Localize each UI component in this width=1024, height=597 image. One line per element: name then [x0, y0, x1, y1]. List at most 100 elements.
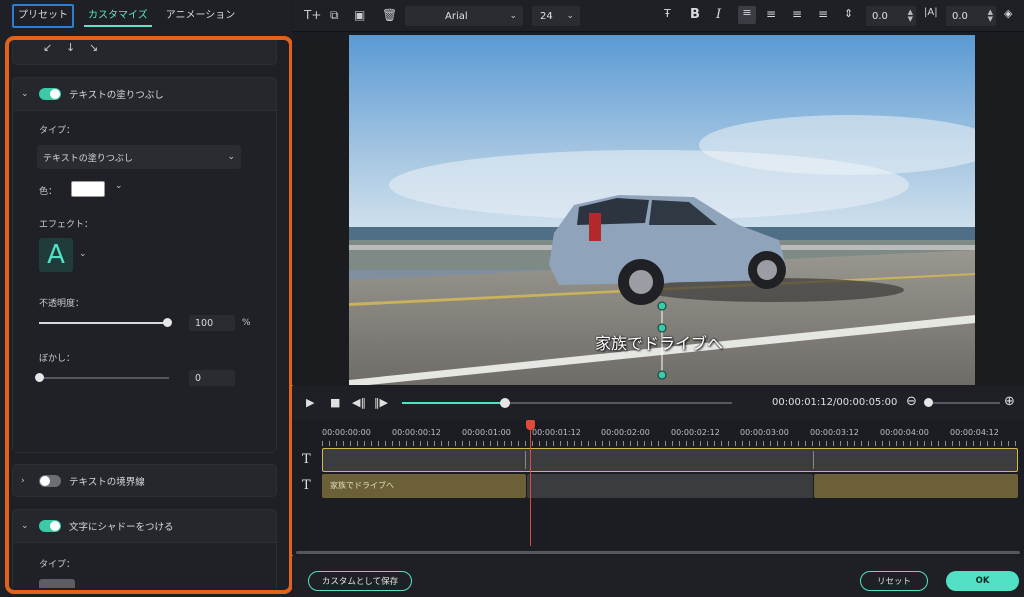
chevron-down-icon: ⌄: [227, 152, 235, 162]
align-left-icon[interactable]: ≡: [738, 6, 756, 24]
timeline-ruler[interactable]: 00:00:00:00 00:00:00:12 00:00:01:00 00:0…: [322, 420, 1024, 447]
layers-icon[interactable]: ◈: [1004, 7, 1012, 20]
zoom-slider-knob[interactable]: [924, 398, 933, 407]
align-justify-icon[interactable]: ≡: [818, 7, 828, 21]
opacity-unit: %: [242, 318, 251, 328]
customize-scroll-area[interactable]: ↙ ↓ ↘ ⌄ テキストの塗りつぶし タイプ： テキストの塗りつぶし ⌄ 色： …: [12, 38, 279, 588]
previous-frame-icon[interactable]: ◀‖: [352, 396, 366, 409]
text-track-icon: T: [302, 478, 311, 493]
text-border-toggle[interactable]: [39, 475, 61, 487]
timeline-clip[interactable]: [527, 474, 813, 498]
play-icon[interactable]: ▶: [306, 396, 314, 409]
ruler-label: 00:00:03:12: [810, 428, 859, 437]
shadow-type-preview[interactable]: [39, 579, 75, 588]
chevron-down-icon[interactable]: ⌄: [79, 249, 87, 259]
text-border-header[interactable]: › テキストの境界線: [13, 465, 276, 497]
zoom-out-icon[interactable]: ⊖: [906, 394, 917, 409]
next-frame-icon[interactable]: ‖▶: [374, 396, 388, 409]
ruler-label: 00:00:00:12: [392, 428, 441, 437]
text-shadow-section: ⌄ 文字にシャドーをつける タイプ：: [12, 509, 277, 588]
stepper-icon[interactable]: ▲ ▼: [908, 9, 913, 23]
ruler-label: 00:00:02:00: [601, 428, 650, 437]
reset-button[interactable]: リセット: [860, 571, 928, 591]
font-size-value: 24: [540, 10, 553, 22]
add-text-icon[interactable]: T+: [304, 8, 321, 22]
fill-type-label: タイプ：: [39, 126, 76, 136]
fill-effect-preview[interactable]: A: [39, 238, 73, 272]
video-caption-text[interactable]: 家族でドライブへ: [595, 330, 723, 354]
opacity-slider-knob[interactable]: [163, 318, 172, 327]
timeline-clip[interactable]: [814, 474, 1018, 498]
ruler-label: 00:00:03:00: [740, 428, 789, 437]
zoom-slider[interactable]: [924, 398, 1000, 407]
arrow-down-left-icon[interactable]: ↙: [43, 41, 52, 54]
fill-color-swatch[interactable]: [71, 181, 105, 197]
chevron-down-icon[interactable]: ⌄: [21, 89, 31, 99]
line-spacing-value: 0.0: [872, 10, 888, 22]
text-shadow-body: タイプ：: [13, 542, 276, 588]
playback-scrubber[interactable]: [402, 398, 732, 408]
opacity-slider-fill: [39, 322, 167, 324]
font-family-value: Arial: [445, 10, 468, 22]
stepper-icon[interactable]: ▲ ▼: [988, 9, 993, 23]
opacity-value-input[interactable]: 100: [189, 315, 235, 331]
tab-preset[interactable]: プリセット: [12, 4, 74, 28]
blur-slider[interactable]: [35, 373, 169, 382]
text-style-icon[interactable]: Ŧ: [664, 7, 671, 20]
zoom-in-icon[interactable]: ⊕: [1004, 394, 1015, 409]
ruler-label: 00:00:04:00: [880, 428, 929, 437]
text-fill-title: テキストの塗りつぶし: [69, 90, 164, 101]
playhead[interactable]: [530, 420, 531, 546]
tab-animation[interactable]: アニメーション: [162, 4, 240, 28]
text-border-title: テキストの境界線: [69, 477, 145, 488]
bold-button[interactable]: B: [690, 7, 700, 22]
timeline-clip[interactable]: 家族でドライブへ: [322, 474, 526, 498]
align-center-icon[interactable]: ≡: [766, 7, 776, 21]
text-fill-body: タイプ： テキストの塗りつぶし ⌄ 色： ⌄ エフェクト： A ⌄ 不透明度： …: [13, 110, 276, 452]
arrow-down-icon[interactable]: ↓: [66, 41, 75, 54]
line-spacing-input[interactable]: 0.0 ▲ ▼: [866, 6, 916, 26]
text-toolbar: T+ ⧉ ▣ 🗑 Arial ⌄ 24 ⌄ Ŧ B I ≡ ≡ ≡ ≡ ⇕ 0.…: [292, 0, 1024, 32]
italic-button[interactable]: I: [716, 7, 721, 22]
chevron-down-icon: ⌄: [566, 11, 574, 21]
ok-button[interactable]: OK: [946, 571, 1019, 591]
direction-card: ↙ ↓ ↘: [12, 38, 277, 65]
ruler-label: 00:00:01:12: [532, 428, 581, 437]
font-family-select[interactable]: Arial ⌄: [405, 6, 523, 26]
opacity-label: 不透明度：: [39, 299, 85, 309]
save-as-custom-button[interactable]: カスタムとして保存: [308, 571, 412, 591]
stop-icon[interactable]: ■: [330, 396, 340, 409]
letter-spacing-icon: |A|: [924, 7, 938, 18]
bottom-bar: カスタムとして保存 リセット OK: [292, 556, 1024, 597]
playback-progress-fill: [402, 402, 505, 404]
playback-scrubber-knob[interactable]: [500, 398, 511, 408]
blur-value-input[interactable]: 0: [189, 370, 235, 386]
tab-customize[interactable]: カスタマイズ: [84, 5, 152, 27]
crop-icon[interactable]: ⧉: [330, 8, 339, 23]
blur-slider-knob[interactable]: [35, 373, 44, 382]
ruler-label: 00:00:00:00: [322, 428, 371, 437]
letter-spacing-input[interactable]: 0.0 ▲ ▼: [946, 6, 996, 26]
opacity-slider[interactable]: [39, 318, 172, 327]
font-size-select[interactable]: 24 ⌄: [532, 6, 580, 26]
trash-icon[interactable]: 🗑: [382, 8, 397, 22]
text-shadow-toggle[interactable]: [39, 520, 61, 532]
image-icon[interactable]: ▣: [354, 8, 365, 22]
fill-type-value: テキストの塗りつぶし: [43, 153, 133, 164]
chevron-right-icon[interactable]: ›: [21, 476, 31, 486]
text-shadow-header[interactable]: ⌄ 文字にシャドーをつける: [13, 510, 276, 542]
timeline-scrollbar[interactable]: [296, 551, 1020, 554]
fill-type-select[interactable]: テキストの塗りつぶし ⌄: [37, 145, 241, 169]
timeline-clip-selected[interactable]: [322, 448, 1018, 472]
letter-spacing-value: 0.0: [952, 10, 968, 22]
text-fill-header[interactable]: ⌄ テキストの塗りつぶし: [13, 78, 276, 110]
arrow-down-right-icon[interactable]: ↘: [89, 41, 98, 54]
chevron-down-icon[interactable]: ⌄: [115, 181, 123, 191]
fill-effect-label: エフェクト：: [39, 220, 94, 230]
chevron-down-icon[interactable]: ⌄: [21, 521, 31, 531]
align-right-icon[interactable]: ≡: [792, 7, 802, 21]
text-fill-toggle[interactable]: [39, 88, 61, 100]
text-fill-section: ⌄ テキストの塗りつぶし タイプ： テキストの塗りつぶし ⌄ 色： ⌄ エフェク…: [12, 77, 277, 453]
video-preview[interactable]: 家族でドライブへ: [349, 35, 975, 385]
playhead-handle[interactable]: [526, 420, 535, 430]
